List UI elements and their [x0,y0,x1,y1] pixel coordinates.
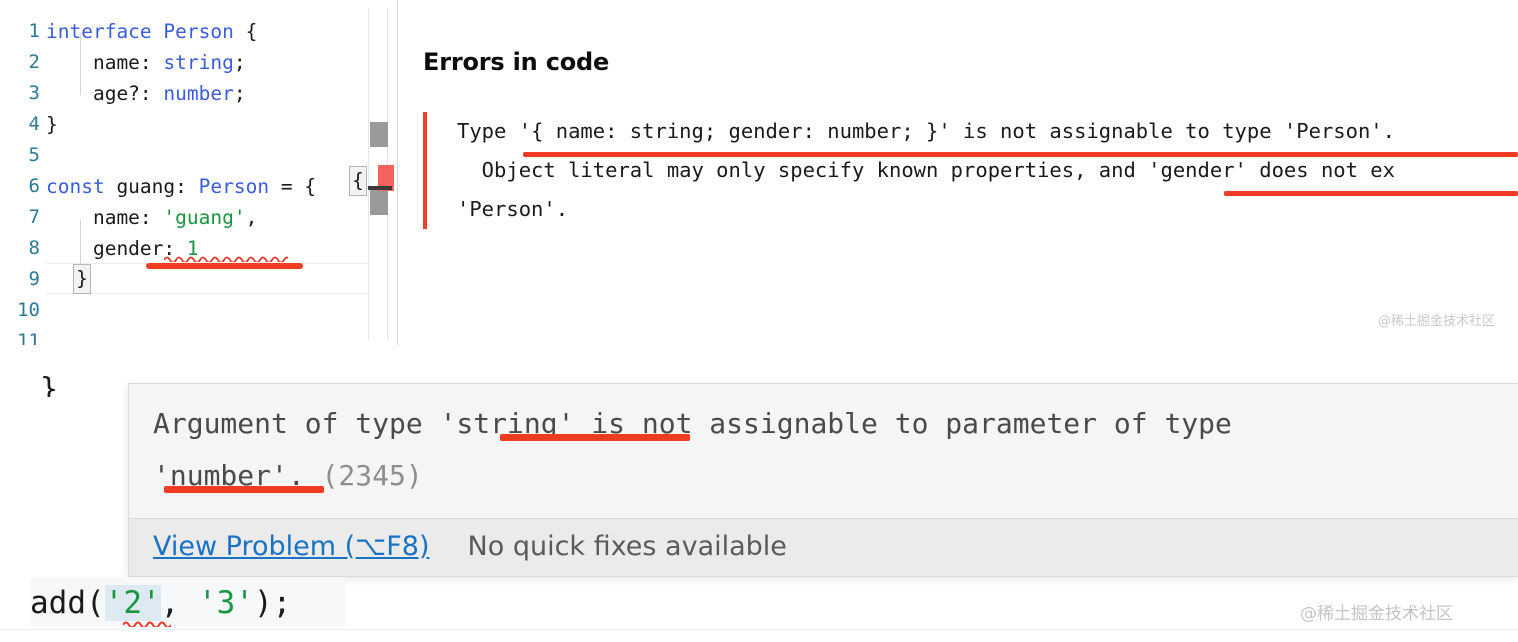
bracket-close-glyph: } [76,267,88,290]
code-line: name: 'guang', [46,202,257,233]
code-line: age?: number; [46,78,246,109]
code-line: } [46,109,58,140]
line-number: 5 [28,144,40,166]
bracket-match-close: } [73,264,91,294]
bottom-panel: } Argument of type 'string' is not assig… [0,345,1518,642]
line-number: 4 [28,113,40,135]
code-line: interface Person { [46,16,257,47]
line-number: 9 [28,268,40,290]
code-token: ; [233,82,246,105]
annotation-underline [500,434,690,441]
tooltip-message-line: Argument of type 'string' is not assigna… [153,407,1232,440]
code-editor[interactable]: 1 2 3 4 5 6 7 8 9 10 11 interface Person… [0,0,398,345]
code-token: { [233,20,258,43]
code-token: name: [46,51,164,74]
code-line: name: string; [46,47,246,78]
code-token-type: number [163,82,234,105]
line-number: 8 [28,237,40,259]
line-number: 7 [28,206,40,228]
tooltip-error-code: (2345) [321,459,423,492]
tooltip-body: Argument of type 'string' is not assigna… [129,384,1518,518]
view-problem-link[interactable]: View Problem (⌥F8) [153,531,430,562]
error-squiggle-icon [123,621,171,627]
line-number: 2 [28,51,40,73]
code-token-type: string [163,51,234,74]
code-token-type: Person [163,20,234,43]
line-number: 11 [17,330,40,345]
code-token: ; [233,51,246,74]
stray-code-glyph: } [40,375,59,397]
scrollbar-thumb-lower[interactable] [370,189,388,215]
code-token-string: 'guang' [163,206,246,229]
diagnostic-tooltip: Argument of type 'string' is not assigna… [128,383,1518,577]
error-blockquote: Type '{ name: string; gender: number; }'… [423,112,1518,229]
bracket-open-glyph: { [352,169,364,192]
tooltip-footer: View Problem (⌥F8) No quick fixes availa… [129,518,1518,576]
no-quick-fixes-label: No quick fixes available [467,531,787,562]
code-line: const guang: Person = { [46,171,316,202]
code-token-keyword: interface [46,20,152,43]
code-token-string: '3' [197,585,254,621]
annotation-underline [523,152,1518,157]
watermark: @稀土掘金技术社区 [1378,314,1496,329]
code-token: , [160,585,198,621]
scrollbar-position-line [368,186,392,190]
tooltip-message-line: 'number'. (2345) [153,450,1518,502]
page-title: Errors in code [423,48,610,76]
bracket-match-open: { [349,166,367,196]
code-token: } [46,113,58,136]
top-panel: 1 2 3 4 5 6 7 8 9 10 11 interface Person… [0,0,1518,345]
line-number: 3 [28,82,40,104]
code-text-area[interactable]: interface Person { name: string; age?: n… [46,0,376,345]
line-number: 10 [17,299,40,321]
line-number-gutter: 1 2 3 4 5 6 7 8 9 10 11 [0,0,46,345]
code-token: add( [30,585,105,621]
code-token: age?: [46,82,164,105]
code-token: , [245,206,258,229]
error-message-line: Type '{ name: string; gender: number; }'… [457,119,1395,143]
line-number: 1 [28,20,40,42]
scrollbar-thumb-upper[interactable] [370,122,388,147]
errors-panel: Errors in code Type '{ name: string; gen… [398,0,1518,345]
line-number: 6 [28,175,40,197]
annotation-underline [146,263,303,269]
divider [0,629,1518,630]
annotation-underline [164,486,324,493]
code-token-type: Person [198,175,270,198]
code-token: guang: [104,175,199,198]
code-token-string-selected: '2' [104,585,161,621]
watermark: @稀土掘金技术社区 [1300,604,1453,624]
code-token: = { [269,175,317,198]
code-token: name: [46,206,164,229]
annotation-underline [1224,191,1518,196]
code-token-keyword: const [46,175,105,198]
error-squiggle-icon [164,256,288,262]
code-token: ); [253,585,292,621]
